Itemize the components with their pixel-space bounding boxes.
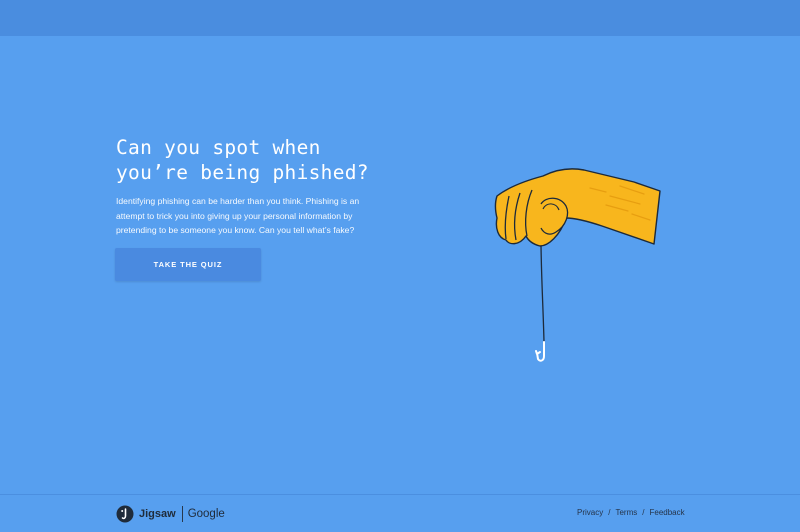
jigsaw-logo-icon: [116, 505, 134, 523]
brand-lockup: Jigsaw Google: [116, 505, 225, 523]
fish-hook-icon: [535, 341, 545, 362]
intro-description: Identifying phishing can be harder than …: [116, 196, 360, 235]
footer-links: Privacy / Terms / Feedback: [577, 508, 685, 517]
page-title: Can you spot when you’re being phished?: [116, 135, 416, 185]
hand-fishhook-illustration: [480, 160, 680, 370]
privacy-link[interactable]: Privacy: [577, 508, 603, 517]
feedback-link[interactable]: Feedback: [649, 508, 684, 517]
title-line-2: you’re being phished?: [116, 161, 369, 184]
footer: Jigsaw Google Privacy / Terms / Feedback: [0, 494, 800, 532]
jigsaw-brand-text: Jigsaw: [139, 508, 176, 520]
link-separator: /: [642, 508, 645, 517]
terms-link[interactable]: Terms: [615, 508, 637, 517]
top-bar: [0, 0, 800, 36]
google-brand-text: Google: [187, 508, 225, 520]
link-separator: /: [608, 508, 611, 517]
title-line-1: Can you spot when: [116, 136, 321, 159]
brand-divider: [181, 506, 183, 522]
take-the-quiz-button[interactable]: TAKE THE QUIZ: [115, 248, 261, 281]
hand-shape: [494, 168, 661, 247]
